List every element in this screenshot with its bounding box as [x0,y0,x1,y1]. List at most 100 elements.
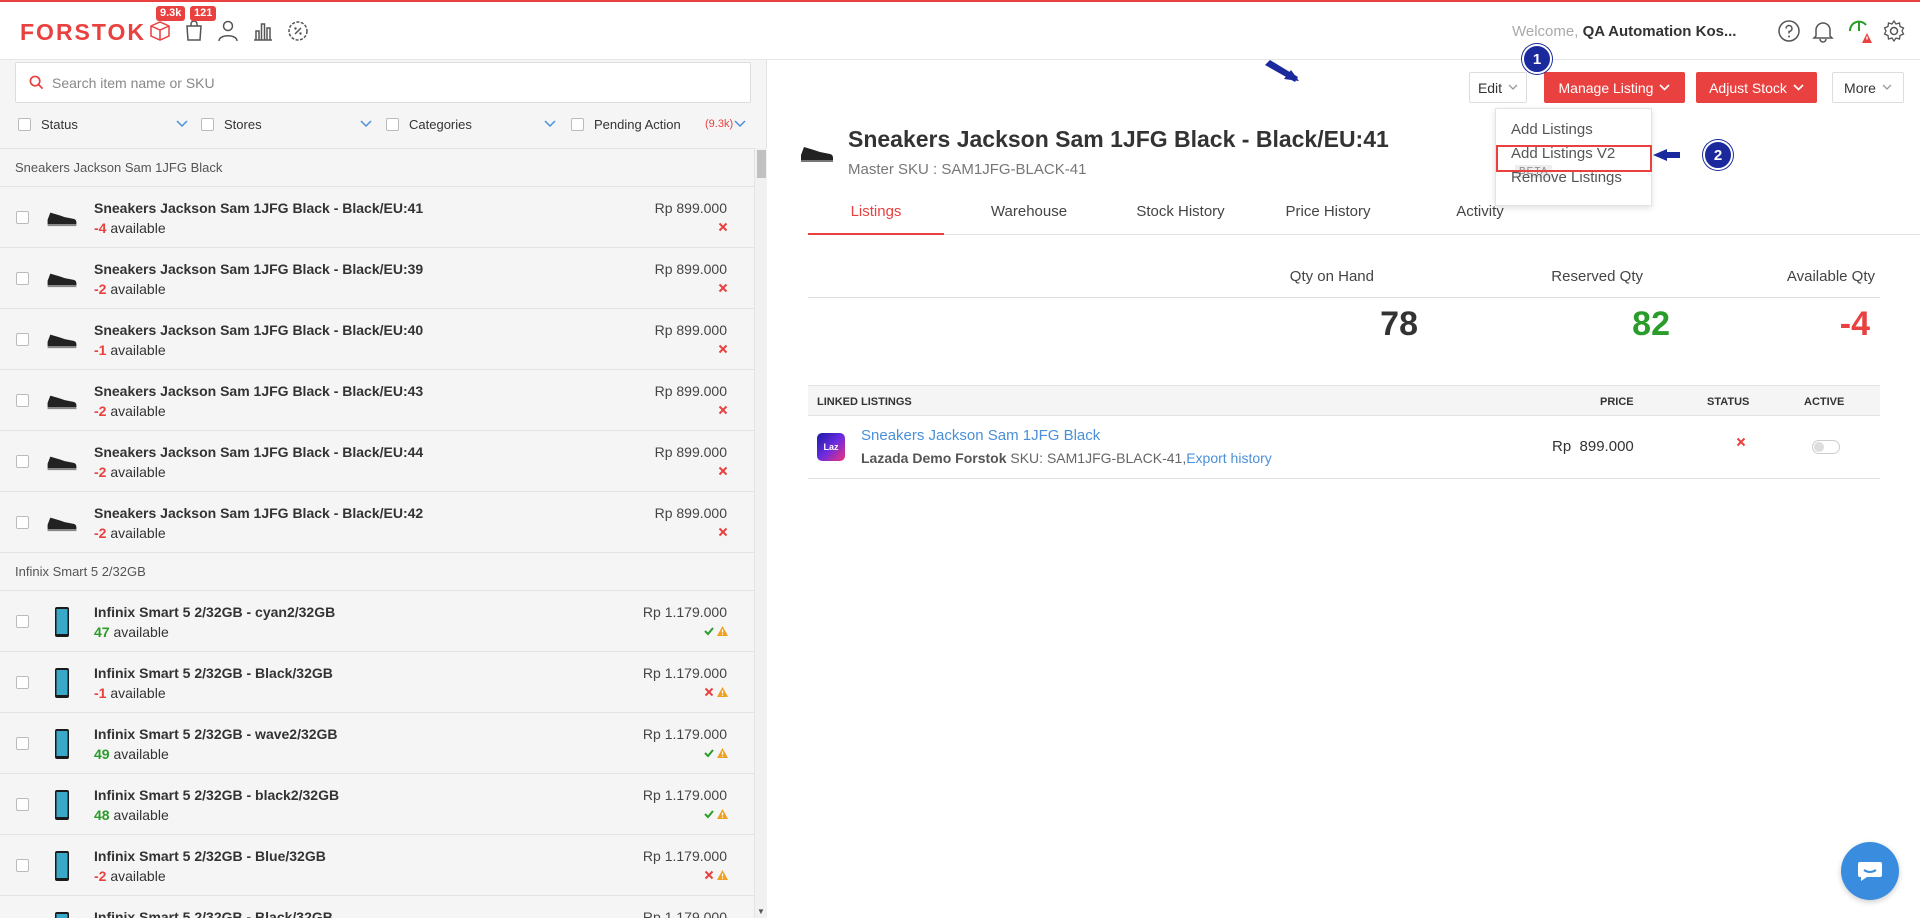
item-thumbnail [45,788,79,822]
item-name[interactable]: Infinix Smart 5 2/32GB - Black/32GB [94,909,333,918]
stores-filter[interactable]: Stores [201,110,262,138]
list-item[interactable]: Infinix Smart 5 2/32GB - Black/32GB Rp 1… [0,896,754,918]
item-name[interactable]: Infinix Smart 5 2/32GB - cyan2/32GB [94,604,335,620]
help-icon[interactable] [1776,18,1802,44]
welcome-prefix: Welcome, [1512,23,1579,40]
item-name[interactable]: Sneakers Jackson Sam 1JFG Black - Black/… [94,261,423,277]
list-item[interactable]: Infinix Smart 5 2/32GB - Blue/32GB -2 ava… [0,835,754,896]
master-sku-label: Master SKU [848,161,929,178]
scroll-down-arrow-icon[interactable]: ▼ [757,907,765,916]
item-checkbox[interactable] [16,333,29,346]
list-item[interactable]: Sneakers Jackson Sam 1JFG Black - Black/… [0,248,754,309]
shoe-image-icon [47,212,77,227]
tab-stock-history[interactable]: Stock History [1112,190,1249,235]
item-checkbox[interactable] [16,516,29,529]
item-name[interactable]: Sneakers Jackson Sam 1JFG Black - Black/… [94,444,423,460]
pending-action-filter[interactable]: Pending Action [571,110,681,138]
item-avail-label: available [110,464,166,480]
item-checkbox[interactable] [16,615,29,628]
search-input[interactable] [52,72,732,94]
categories-filter[interactable]: Categories [386,110,472,138]
list-item[interactable]: Sneakers Jackson Sam 1JFG Black - Black/… [0,187,754,248]
orders-nav-icon[interactable] [180,17,208,45]
tab-warehouse[interactable]: Warehouse [968,190,1090,235]
orders-count-badge: 121 [190,6,217,21]
reports-nav-icon[interactable] [249,17,277,45]
list-item[interactable]: Sneakers Jackson Sam 1JFG Black - Black/… [0,431,754,492]
list-item[interactable]: Infinix Smart 5 2/32GB - black2/32GB 48 a… [0,774,754,835]
tab-listings[interactable]: Listings [808,190,944,235]
products-nav-icon[interactable] [146,17,174,45]
stores-filter-checkbox[interactable] [201,117,214,131]
item-checkbox[interactable] [16,272,29,285]
item-status-icons [704,870,728,880]
notification-bell-icon[interactable] [1810,18,1836,44]
search-box[interactable] [15,62,751,103]
item-availability: -2 available [94,403,166,419]
list-item[interactable]: Sneakers Jackson Sam 1JFG Black - Black/… [0,370,754,431]
item-qty: -1 [94,685,107,701]
pending-action-checkbox[interactable] [571,117,584,131]
categories-chevron-down-icon[interactable] [544,120,556,128]
item-checkbox[interactable] [16,394,29,407]
item-name[interactable]: Sneakers Jackson Sam 1JFG Black - Black/… [94,200,423,216]
product-detail-panel: Edit Manage Listing Adjust Stock More Ad… [768,44,1920,918]
item-checkbox[interactable] [16,859,29,872]
item-availability: -1 available [94,342,166,358]
settings-gear-icon[interactable] [1881,18,1907,44]
linked-listing-details: Lazada Demo Forstok SKU: SAM1JFG-BLACK-4… [861,450,1272,466]
tab-activity[interactable]: Activity [1418,190,1542,235]
scrollbar-thumb[interactable] [757,150,766,178]
item-availability: -2 available [94,525,166,541]
item-qty: 47 [94,624,110,640]
status-filter[interactable]: Status [18,110,78,138]
item-checkbox[interactable] [16,676,29,689]
status-chevron-down-icon[interactable] [176,120,188,128]
active-toggle[interactable] [1812,440,1840,454]
list-item[interactable]: Infinix Smart 5 2/32GB - wave2/32GB 49 av… [0,713,754,774]
item-name[interactable]: Sneakers Jackson Sam 1JFG Black - Black/… [94,505,423,521]
item-checkbox[interactable] [16,798,29,811]
item-qty: 49 [94,746,110,762]
tab-price-history[interactable]: Price History [1264,190,1392,235]
phone-image-icon [55,851,69,881]
item-price: Rp 1.179.000 [642,726,727,742]
forstok-logo[interactable]: FORSTOK [20,19,146,46]
item-checkbox[interactable] [16,455,29,468]
linked-listings-header: LINKED LISTINGS PRICE STATUS ACTIVE [808,385,1880,416]
customers-nav-icon[interactable] [214,17,242,45]
item-name[interactable]: Sneakers Jackson Sam 1JFG Black - Black/… [94,383,423,399]
item-checkbox[interactable] [16,737,29,750]
master-sku: Master SKU : SAM1JFG-BLACK-41 [848,161,1086,178]
item-name[interactable]: Sneakers Jackson Sam 1JFG Black - Black/… [94,322,423,338]
item-qty: -2 [94,868,107,884]
item-thumbnail [45,384,79,418]
status-filter-checkbox[interactable] [18,117,31,131]
list-item[interactable]: Sneakers Jackson Sam 1JFG Black - Black/… [0,492,754,553]
item-qty: -1 [94,342,107,358]
pending-chevron-down-icon[interactable] [734,120,746,128]
list-scrollbar[interactable]: ▼ [754,148,767,918]
list-item[interactable]: Sneakers Jackson Sam 1JFG Black - Black/… [0,309,754,370]
welcome-user[interactable]: QA Automation Kos... [1583,23,1737,40]
chat-support-button[interactable] [1841,842,1899,900]
sync-alert-icon[interactable] [1846,18,1872,44]
item-name[interactable]: Infinix Smart 5 2/32GB - Blue/32GB [94,848,326,864]
item-checkbox[interactable] [16,211,29,224]
promotions-nav-icon[interactable] [284,17,312,45]
phone-image-icon [55,912,69,918]
list-item[interactable]: Infinix Smart 5 2/32GB - cyan2/32GB 47 av… [0,591,754,652]
item-price: Rp 899.000 [654,322,727,338]
categories-filter-checkbox[interactable] [386,117,399,131]
item-avail-label: available [110,685,166,701]
item-avail-label: available [110,281,166,297]
item-name[interactable]: Infinix Smart 5 2/32GB - Black/32GB [94,665,333,681]
item-name[interactable]: Infinix Smart 5 2/32GB - wave2/32GB [94,726,338,742]
welcome-text: Welcome, QA Automation Kos... [1512,23,1736,40]
check-status-icon [704,810,714,819]
list-item[interactable]: Infinix Smart 5 2/32GB - Black/32GB -1 av… [0,652,754,713]
linked-listing-name[interactable]: Sneakers Jackson Sam 1JFG Black [861,427,1100,444]
export-history-link[interactable]: Export history [1186,450,1272,466]
item-name[interactable]: Infinix Smart 5 2/32GB - black2/32GB [94,787,339,803]
stores-chevron-down-icon[interactable] [360,120,372,128]
